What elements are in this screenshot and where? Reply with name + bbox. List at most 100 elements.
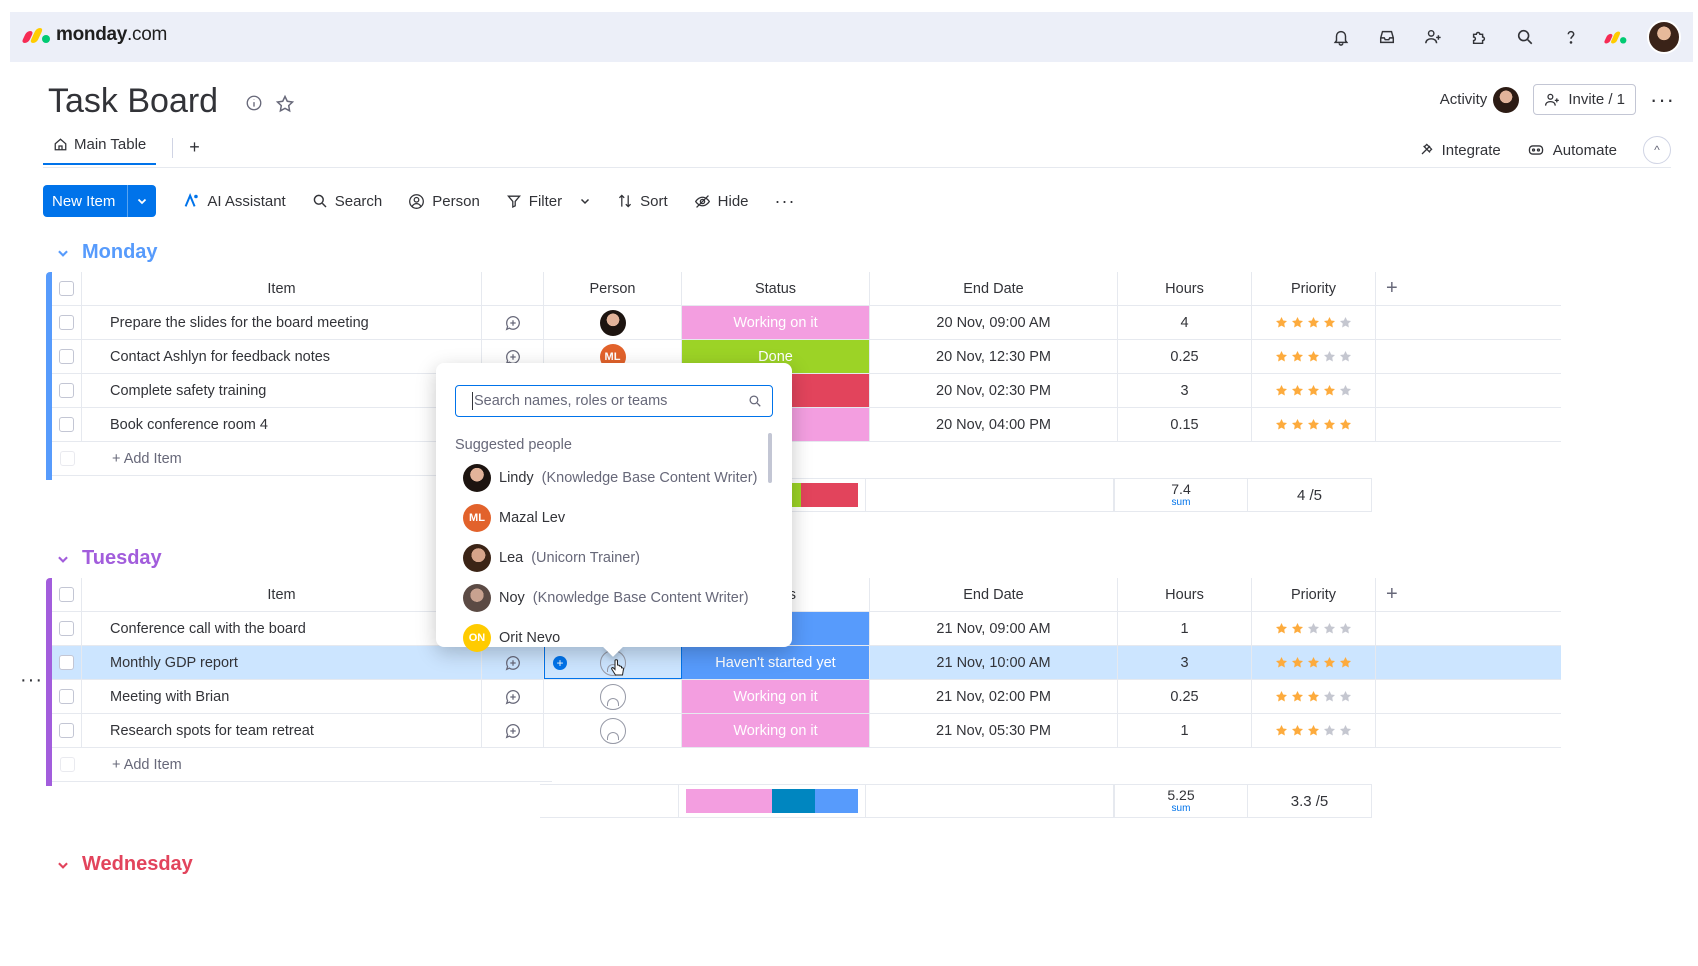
star-rating[interactable] <box>1275 384 1352 397</box>
toolbar-more-icon[interactable]: ··· <box>775 191 796 212</box>
group-header-wednesday[interactable]: Wednesday <box>56 853 193 876</box>
checkbox[interactable] <box>59 383 74 398</box>
column-header-end-date[interactable]: End Date <box>870 272 1118 305</box>
star-empty-icon[interactable] <box>1339 316 1352 329</box>
star-filled-icon[interactable] <box>1291 316 1304 329</box>
star-filled-icon[interactable] <box>1323 418 1336 431</box>
star-rating[interactable] <box>1275 656 1352 669</box>
star-filled-icon[interactable] <box>1275 418 1288 431</box>
row-checkbox-cell[interactable] <box>52 646 82 679</box>
collapse-header-icon[interactable]: ^ <box>1643 136 1671 164</box>
select-all-checkbox-cell[interactable] <box>52 272 82 305</box>
person-cell[interactable] <box>544 306 682 339</box>
end-date[interactable]: 21 Nov, 10:00 AM <box>870 646 1118 679</box>
checkbox[interactable] <box>59 655 74 670</box>
row-checkbox-cell[interactable] <box>52 612 82 645</box>
item-name[interactable]: Conference call with the board <box>82 612 482 645</box>
select-all-checkbox-cell[interactable] <box>52 578 82 611</box>
star-filled-icon[interactable] <box>1275 316 1288 329</box>
star-empty-icon[interactable] <box>1339 724 1352 737</box>
item-name[interactable]: Meeting with Brian <box>82 680 482 713</box>
star-filled-icon[interactable] <box>1291 622 1304 635</box>
checkbox[interactable] <box>59 417 74 432</box>
checkbox[interactable] <box>59 621 74 636</box>
star-filled-icon[interactable] <box>1291 656 1304 669</box>
empty-person-icon[interactable] <box>599 717 626 744</box>
column-header-item[interactable]: Item <box>82 272 482 305</box>
row-checkbox-cell[interactable] <box>52 680 82 713</box>
hours-value[interactable]: 1 <box>1118 612 1252 645</box>
column-header-hours[interactable]: Hours <box>1118 272 1252 305</box>
star-rating[interactable] <box>1275 690 1352 703</box>
star-filled-icon[interactable] <box>1307 384 1320 397</box>
monday-logo[interactable]: monday.com <box>21 24 167 46</box>
apps-icon[interactable] <box>1465 23 1493 51</box>
star-empty-icon[interactable] <box>1339 690 1352 703</box>
checkbox[interactable] <box>59 315 74 330</box>
star-filled-icon[interactable] <box>1307 656 1320 669</box>
hours-value[interactable]: 3 <box>1118 646 1252 679</box>
star-rating[interactable] <box>1275 724 1352 737</box>
tab-main-table[interactable]: Main Table <box>43 130 157 165</box>
priority-rating[interactable] <box>1252 612 1376 645</box>
item-name[interactable]: Contact Ashlyn for feedback notes <box>82 340 482 373</box>
star-filled-icon[interactable] <box>1275 724 1288 737</box>
star-empty-icon[interactable] <box>1339 350 1352 363</box>
scrollbar[interactable] <box>768 433 772 483</box>
inbox-icon[interactable] <box>1373 23 1401 51</box>
end-date[interactable]: 20 Nov, 09:00 AM <box>870 306 1118 339</box>
info-icon[interactable] <box>245 94 263 119</box>
priority-rating[interactable] <box>1252 680 1376 713</box>
row-checkbox-cell[interactable] <box>52 408 82 441</box>
help-icon[interactable] <box>1557 23 1585 51</box>
hours-value[interactable]: 4 <box>1118 306 1252 339</box>
add-item-button[interactable]: + Add Item <box>82 451 182 467</box>
star-empty-icon[interactable] <box>1307 622 1320 635</box>
star-filled-icon[interactable] <box>1275 656 1288 669</box>
hours-value[interactable]: 0.15 <box>1118 408 1252 441</box>
star-filled-icon[interactable] <box>1307 316 1320 329</box>
priority-rating[interactable] <box>1252 340 1376 373</box>
star-filled-icon[interactable] <box>1275 690 1288 703</box>
invite-members-icon[interactable] <box>1419 23 1447 51</box>
board-menu-icon[interactable]: ··· <box>1650 87 1675 113</box>
item-name[interactable]: Book conference room 4 <box>82 408 482 441</box>
column-header-status[interactable]: Status <box>682 272 870 305</box>
end-date[interactable]: 21 Nov, 02:00 PM <box>870 680 1118 713</box>
automate-button[interactable]: Automate <box>1527 142 1617 159</box>
star-rating[interactable] <box>1275 350 1352 363</box>
person-cell[interactable] <box>544 714 682 747</box>
status-label[interactable]: Working on it <box>682 306 870 339</box>
table-row[interactable]: Contact Ashlyn for feedback notes ML Done 2… <box>52 340 1561 374</box>
checkbox[interactable] <box>59 723 74 738</box>
column-header-hours[interactable]: Hours <box>1118 578 1252 611</box>
star-empty-icon[interactable] <box>1323 724 1336 737</box>
table-row[interactable]: Meeting with Brian Working on it 21 Nov, 0… <box>52 680 1561 714</box>
add-column-icon[interactable]: + <box>1376 272 1561 305</box>
chevron-down-icon[interactable] <box>56 552 70 566</box>
checkbox[interactable] <box>59 349 74 364</box>
star-filled-icon[interactable] <box>1339 656 1352 669</box>
row-checkbox-cell[interactable] <box>52 374 82 407</box>
star-filled-icon[interactable] <box>1291 418 1304 431</box>
person-option[interactable]: Lindy (Knowledge Base Content Writer) <box>463 458 757 498</box>
board-title[interactable]: Task Board <box>48 82 218 121</box>
star-filled-icon[interactable] <box>1291 724 1304 737</box>
table-row[interactable]: Research spots for team retreat Working o… <box>52 714 1561 748</box>
priority-rating[interactable] <box>1252 714 1376 747</box>
search-icon[interactable] <box>1511 23 1539 51</box>
add-update-icon[interactable] <box>482 714 544 747</box>
star-filled-icon[interactable] <box>1275 350 1288 363</box>
star-filled-icon[interactable] <box>1323 384 1336 397</box>
bell-icon[interactable] <box>1327 23 1355 51</box>
item-name[interactable]: Monthly GDP report <box>82 646 482 679</box>
end-date[interactable]: 21 Nov, 09:00 AM <box>870 612 1118 645</box>
star-filled-icon[interactable] <box>1307 690 1320 703</box>
checkbox[interactable] <box>59 587 74 602</box>
chevron-down-icon[interactable] <box>56 858 70 872</box>
star-filled-icon[interactable] <box>1323 316 1336 329</box>
activity-button[interactable]: Activity <box>1440 86 1520 113</box>
table-row[interactable]: Conference call with the boarddule21 Nov… <box>52 612 1561 646</box>
invite-button[interactable]: Invite / 1 <box>1533 84 1637 115</box>
star-filled-icon[interactable] <box>1307 418 1320 431</box>
